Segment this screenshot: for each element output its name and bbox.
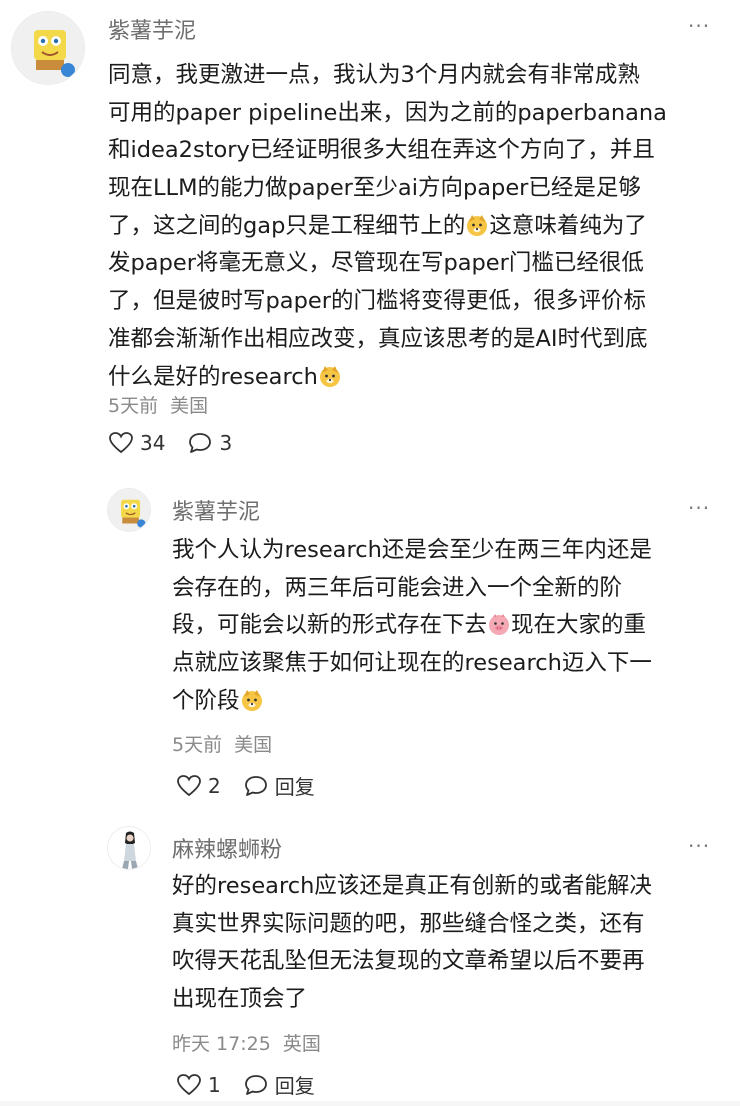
heart-outline-icon <box>177 774 201 796</box>
comment-text: 好的research应该还是真正有创新的或者能解决 真实世界实际问题的吧，那些缝… <box>172 868 652 1019</box>
avatar[interactable] <box>107 826 151 870</box>
reply-button[interactable]: 3 <box>187 431 232 455</box>
like-button[interactable]: 34 <box>108 431 165 455</box>
reply-button[interactable]: 回复 <box>243 771 315 800</box>
text-line: 现在LLM的能力做paper至少ai方向paper已经是足够 <box>108 175 641 202</box>
heart-outline-icon <box>177 1073 201 1095</box>
text-line: 和idea2story已经证明很多大组在弄这个方向了，并且 <box>108 137 655 164</box>
location: 美国 <box>234 734 273 756</box>
text-line: 真实世界实际问题的吧，那些缝合怪之类，还有 <box>172 910 645 937</box>
text-line: 可用的paper pipeline出来，因为之前的paperbanana <box>108 99 667 126</box>
location: 美国 <box>170 395 209 417</box>
avatar[interactable] <box>11 11 85 85</box>
comment-text: 我个人认为research还是会至少在两三年内还是 会存在的，两三年后可能会进入… <box>172 532 652 720</box>
comment-meta: 5天前 美国 <box>172 730 272 757</box>
like-button[interactable]: 1 <box>176 1073 221 1097</box>
chat-bubble-icon <box>189 433 212 453</box>
like-button[interactable]: 2 <box>176 774 221 798</box>
text-line: 会存在的，两三年后可能会进入一个全新的阶 <box>172 574 623 601</box>
divider <box>0 1101 740 1106</box>
location: 英国 <box>282 1033 321 1055</box>
comment-text: 同意，我更激进一点，我认为3个月内就会有非常成熟 可用的paper pipeli… <box>108 57 667 396</box>
avatar[interactable] <box>107 488 151 532</box>
text-line: 好的research应该还是真正有创新的或者能解决 <box>172 873 652 899</box>
author-name[interactable]: 麻辣螺蛳粉 <box>172 832 282 864</box>
timestamp: 5天前 <box>172 734 223 756</box>
comment-actions: 1 回复 <box>176 1070 337 1099</box>
text-line: 了，但是彼时写paper的门槛将变得更低，很多评价标 <box>108 288 646 315</box>
doge-emoji <box>319 365 340 387</box>
chat-bubble-icon <box>244 1074 267 1095</box>
text-line: 我个人认为research还是会至少在两三年内还是 <box>172 537 652 563</box>
reply-count: 3 <box>219 431 233 455</box>
comment-meta: 昨天 17:25 英国 <box>172 1029 321 1056</box>
reply-button[interactable]: 回复 <box>243 1070 315 1099</box>
timestamp: 昨天 17:25 <box>172 1033 271 1055</box>
text-line: 吹得天花乱坠但无法复现的文章希望以后不要再 <box>172 948 645 975</box>
person-avatar-image <box>108 827 150 869</box>
comment-meta: 5天前 美国 <box>108 391 208 418</box>
like-count: 2 <box>208 773 221 798</box>
text-line: 点就应该聚焦于如何让现在的research迈入下一 <box>172 650 652 677</box>
author-name[interactable]: 紫薯芋泥 <box>172 494 260 526</box>
more-dots-icon[interactable]: ··· <box>688 496 710 520</box>
text-line: 个阶段 <box>172 683 652 721</box>
text-line: 准都会渐渐作出相应改变，真应该思考的是AI时代到底 <box>108 325 648 352</box>
chat-bubble-icon <box>244 775 267 796</box>
text-line: 了，这之间的gap只是工程细节上的 这意味着纯为了 <box>108 212 647 239</box>
text-line: 段，可能会以新的形式存在下去 现在大家的重 <box>172 612 647 639</box>
comment-actions: 34 3 <box>108 431 254 455</box>
comment-actions: 2 回复 <box>176 771 337 800</box>
reply-label: 回复 <box>274 1074 315 1098</box>
text-line: 发paper将毫无意义，尽管现在写paper门槛已经很低 <box>108 250 644 277</box>
spongebob-avatar-image <box>12 12 84 84</box>
like-count: 1 <box>208 1072 221 1097</box>
more-dots-icon[interactable]: ··· <box>688 14 710 38</box>
reply-label: 回复 <box>274 775 315 799</box>
heart-outline-icon <box>109 432 133 454</box>
doge-emoji <box>467 214 488 236</box>
pig-face-emoji <box>489 614 510 636</box>
spongebob-avatar-image <box>108 489 150 531</box>
more-dots-icon[interactable]: ··· <box>688 834 710 858</box>
like-count: 34 <box>140 431 166 455</box>
text-line: 同意，我更激进一点，我认为3个月内就会有非常成熟 <box>108 62 640 88</box>
author-name[interactable]: 紫薯芋泥 <box>108 13 196 45</box>
doge-emoji <box>241 689 262 711</box>
text-line: 出现在顶会了 <box>172 986 308 1013</box>
timestamp: 5天前 <box>108 395 159 417</box>
